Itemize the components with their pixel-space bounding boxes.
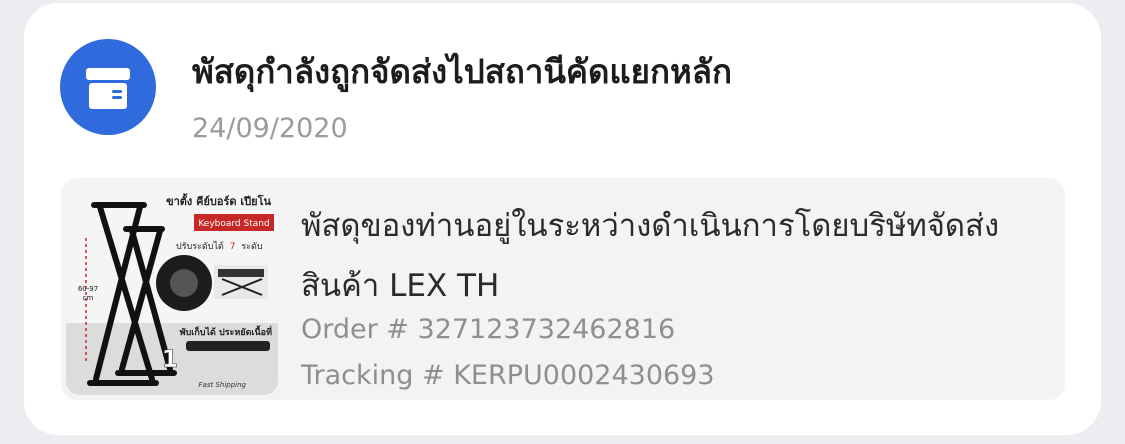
product-headline: ขาตั้ง คีย์บอร์ด เปียโน <box>166 193 271 208</box>
notification-card[interactable]: พัสดุกำลังถูกจัดส่งไปสถานีคัดแยกหลัก 24/… <box>24 3 1101 435</box>
notification-date: 24/09/2020 <box>192 113 348 144</box>
product-footer: Fast Shipping <box>199 381 247 389</box>
product-height-label: 60-97 <box>78 285 98 293</box>
package-box-icon <box>60 39 156 135</box>
shipment-message: พัสดุของท่านอยู่ในระหว่างดำเนินการโดยบริ… <box>301 208 1000 304</box>
product-count: 1 <box>162 345 179 373</box>
order-number: Order # 327123732462816 <box>301 314 676 345</box>
package-icon-circle <box>60 39 156 135</box>
shipment-detail[interactable]: ขาตั้ง คีย์บอร์ด เปียโน Keyboard Stand ป… <box>61 178 1065 400</box>
product-line1-prefix: ปรับระดับได้ <box>176 241 224 252</box>
product-line1-suffix: ระดับ <box>241 242 263 252</box>
product-line1-number: 7 <box>230 242 236 252</box>
svg-text:ปรับระดับได้ 7: ปรับระดับได้ 7 ระดับ <box>176 241 263 252</box>
notification-title: พัสดุกำลังถูกจัดส่งไปสถานีคัดแยกหลัก <box>192 52 732 91</box>
tracking-number: Tracking # KERPU0002430693 <box>301 360 715 391</box>
product-badge: Keyboard Stand <box>198 219 269 229</box>
product-thumbnail: ขาตั้ง คีย์บอร์ด เปียโน Keyboard Stand ป… <box>66 183 278 395</box>
product-height-unit: cm <box>83 294 94 302</box>
